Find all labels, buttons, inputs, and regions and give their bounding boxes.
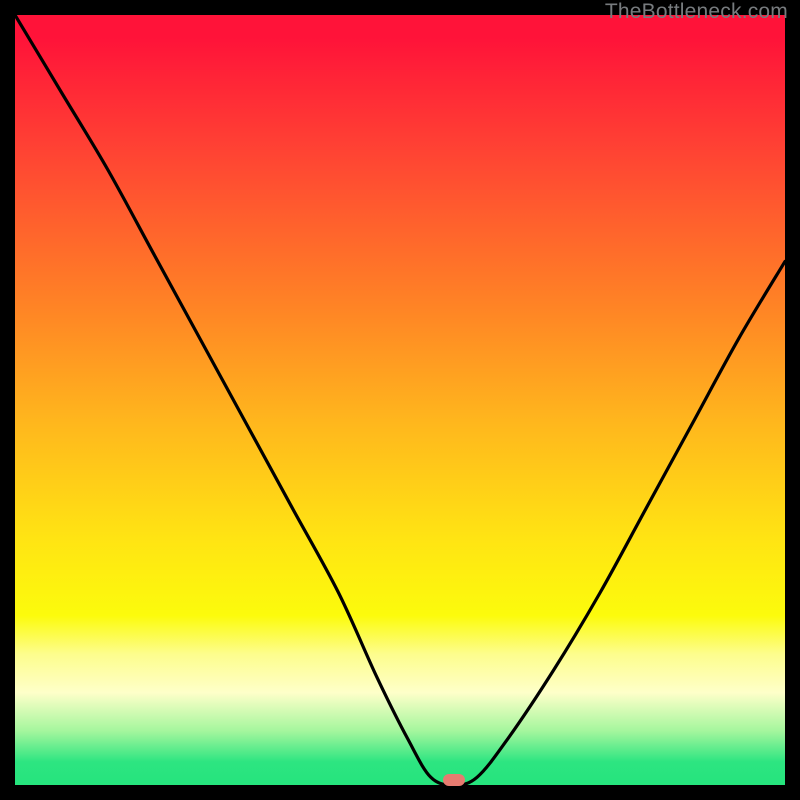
- watermark-text: TheBottleneck.com: [605, 0, 788, 24]
- plot-area: [15, 15, 785, 785]
- bottleneck-curve: [15, 15, 785, 785]
- chart-frame: TheBottleneck.com: [0, 0, 800, 800]
- optimal-marker: [443, 774, 465, 786]
